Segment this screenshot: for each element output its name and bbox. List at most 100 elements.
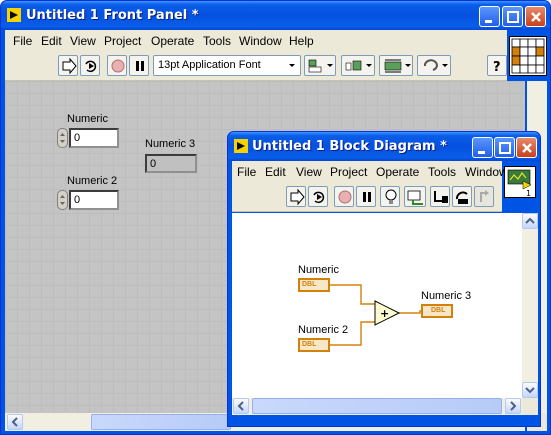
help-icon: ? — [493, 60, 501, 75]
menu-window[interactable]: Window — [465, 165, 508, 179]
connector-pane-icon — [511, 38, 545, 74]
chevron-up-icon — [525, 217, 535, 224]
run-button[interactable] — [286, 186, 306, 207]
step-out-button[interactable] — [474, 186, 494, 207]
wire-numeric — [330, 284, 375, 305]
numeric-terminal[interactable]: DBL — [298, 278, 330, 292]
menu-tools[interactable]: Tools — [203, 34, 231, 48]
numeric-2-terminal[interactable]: DBL — [298, 338, 330, 352]
numeric-3-indicator: 0 — [145, 154, 197, 173]
retain-wire-values-button[interactable] — [404, 186, 426, 207]
resize-objects-button[interactable] — [379, 55, 413, 76]
numeric-2-control[interactable]: 0 — [57, 190, 119, 210]
svg-text:+: + — [380, 307, 389, 320]
pause-button[interactable] — [129, 55, 149, 76]
abort-button[interactable] — [107, 55, 127, 76]
block-diagram-toolbar — [232, 183, 502, 212]
block-diagram-titlebar[interactable]: Untitled 1 Block Diagram * — [228, 132, 540, 161]
increment-spinner[interactable] — [57, 128, 68, 148]
menu-help[interactable]: Help — [289, 34, 314, 48]
menu-tools[interactable]: Tools — [428, 165, 456, 179]
block-diagram-title: Untitled 1 Block Diagram * — [252, 139, 447, 154]
scroll-left-button[interactable] — [233, 398, 249, 414]
size-grip[interactable] — [522, 398, 538, 415]
chevron-left-icon — [237, 401, 244, 411]
menu-edit[interactable]: Edit — [41, 34, 62, 48]
scroll-down-button[interactable] — [522, 382, 538, 398]
scroll-thumb[interactable] — [252, 398, 502, 414]
menu-file[interactable]: File — [13, 34, 32, 48]
minimize-button[interactable] — [472, 137, 493, 158]
vi-icon[interactable]: 1 — [504, 166, 536, 198]
block-diagram-horizontal-scrollbar[interactable] — [232, 398, 522, 415]
block-diagram-vertical-scrollbar[interactable] — [522, 213, 538, 398]
numeric-terminal-label: Numeric — [298, 264, 339, 276]
highlight-execution-button[interactable] — [380, 186, 400, 207]
step-into-icon — [434, 191, 448, 203]
menu-file[interactable]: File — [237, 165, 256, 179]
step-over-button[interactable] — [452, 186, 472, 207]
scroll-up-button[interactable] — [522, 213, 538, 229]
block-diagram-window: Untitled 1 Block Diagram * File Edit Vie… — [227, 131, 541, 427]
pause-button[interactable] — [356, 186, 376, 207]
maximize-button[interactable] — [494, 137, 515, 158]
vi-icon-pane[interactable] — [509, 36, 547, 76]
numeric-2-input[interactable]: 0 — [69, 190, 119, 210]
close-button[interactable] — [516, 137, 537, 158]
front-panel-titlebar[interactable]: Untitled 1 Front Panel * — [1, 1, 550, 30]
maximize-button[interactable] — [502, 6, 523, 27]
menu-project[interactable]: Project — [104, 34, 141, 48]
font-select-value: 13pt Application Font — [158, 59, 261, 71]
scroll-right-button[interactable] — [505, 398, 521, 414]
labview-app-icon — [7, 8, 21, 22]
run-continuously-button[interactable] — [80, 55, 100, 76]
menu-operate[interactable]: Operate — [151, 34, 194, 48]
probe-icon — [407, 190, 423, 205]
distribute-objects-button[interactable] — [341, 55, 375, 76]
menu-project[interactable]: Project — [330, 165, 367, 179]
svg-text:?: ? — [493, 60, 501, 75]
wiring-layer: + — [330, 284, 423, 346]
resize-icon — [384, 59, 411, 73]
labview-app-icon — [234, 139, 248, 153]
numeric-label: Numeric — [67, 113, 108, 125]
step-out-icon — [480, 190, 489, 202]
align-objects-button[interactable] — [304, 55, 336, 76]
scroll-thumb[interactable] — [91, 414, 231, 430]
chevron-right-icon — [510, 401, 517, 411]
context-help-button[interactable]: ? — [487, 55, 507, 76]
numeric-input[interactable]: 0 — [69, 128, 119, 148]
chevron-down-icon — [289, 64, 295, 67]
scroll-left-button[interactable] — [7, 414, 23, 430]
menu-window[interactable]: Window — [239, 34, 282, 48]
reorder-button[interactable] — [417, 55, 451, 76]
align-icon — [308, 59, 333, 73]
front-panel-title: Untitled 1 Front Panel * — [26, 8, 199, 23]
run-continuously-button[interactable] — [308, 186, 328, 207]
font-select[interactable]: 13pt Application Font — [153, 55, 301, 76]
menu-view[interactable]: View — [296, 165, 322, 179]
close-button[interactable] — [525, 6, 546, 27]
numeric-control[interactable]: 0 — [57, 128, 119, 148]
front-panel-menubar: File Edit View Project Operate Tools Win… — [5, 30, 507, 52]
add-function[interactable]: + — [374, 300, 401, 326]
menu-view[interactable]: View — [70, 34, 96, 48]
block-diagram-menubar: File Edit View Project Operate Tools Win… — [232, 161, 508, 183]
menu-operate[interactable]: Operate — [376, 165, 419, 179]
increment-spinner[interactable] — [57, 190, 68, 210]
wire-sum — [399, 310, 423, 314]
numeric-3-terminal-label: Numeric 3 — [421, 290, 472, 302]
abort-button[interactable] — [334, 186, 354, 207]
block-diagram-canvas[interactable]: + Numeric DBL Numeric 2 DBL Numeric 3 DB… — [232, 213, 522, 398]
numeric-2-terminal-label: Numeric 2 — [298, 324, 349, 336]
svg-text:1: 1 — [526, 189, 531, 197]
run-button[interactable] — [58, 55, 78, 76]
numeric-3-terminal[interactable]: DBL — [421, 304, 453, 318]
chevron-down-icon — [525, 387, 535, 394]
step-into-button[interactable] — [430, 186, 450, 207]
numeric-3-label: Numeric 3 — [145, 138, 196, 150]
numeric-2-label: Numeric 2 — [67, 175, 118, 187]
menu-edit[interactable]: Edit — [265, 165, 286, 179]
minimize-button[interactable] — [479, 6, 500, 27]
vi-icon-graphic: 1 — [507, 169, 532, 198]
